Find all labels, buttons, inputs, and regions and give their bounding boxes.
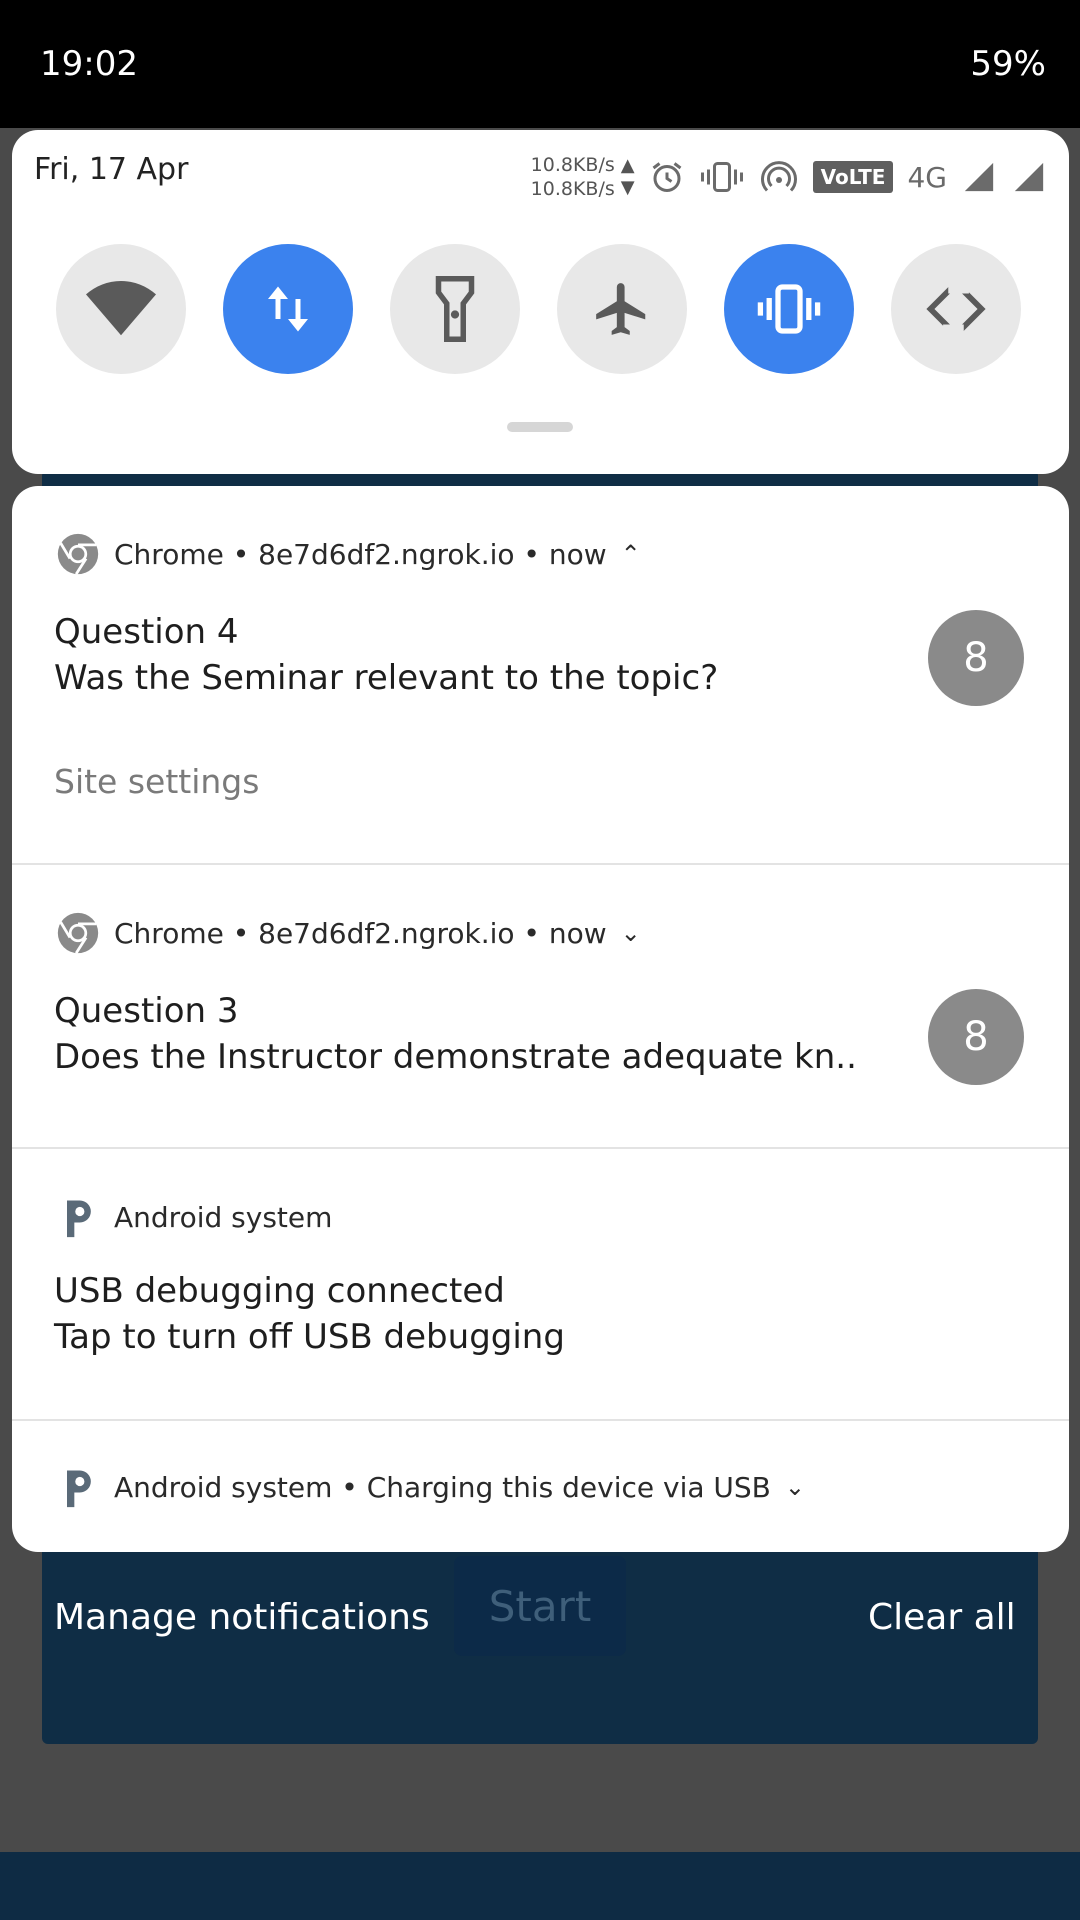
auto-rotate-icon [926, 278, 986, 340]
auto-rotate-tile[interactable] [891, 244, 1021, 374]
notification-text: Does the Instructor demonstrate adequate… [54, 1037, 857, 1077]
notification-text: Tap to turn off USB debugging [54, 1317, 565, 1357]
clear-all-button[interactable]: Clear all [868, 1597, 1016, 1638]
notification-title: Question 3 [54, 991, 239, 1031]
clock: 19:02 [40, 44, 138, 84]
notification-badge: 8 [928, 610, 1024, 706]
wifi-tile[interactable] [56, 244, 186, 374]
site-settings-button[interactable]: Site settings [54, 762, 259, 801]
notification-question-3[interactable]: Chrome • 8e7d6df2.ngrok.io • now ⌄ Quest… [12, 865, 1069, 1147]
drag-handle[interactable] [507, 422, 573, 432]
notification-text: Was the Seminar relevant to the topic? [54, 658, 719, 698]
chrome-icon [57, 912, 99, 954]
notification-title: Question 4 [54, 612, 239, 652]
battery-percent: 59% [970, 44, 1046, 84]
notification-title: USB debugging connected [54, 1271, 505, 1311]
volte-icon: VoLTE [812, 161, 894, 193]
android-system-icon [67, 1200, 91, 1238]
expand-icon[interactable]: ⌄ [621, 919, 641, 947]
quick-settings-panel: Fri, 17 Apr 10.8KB/s 10.8KB/s ▲ ▼ VoLTE 4… [12, 130, 1069, 474]
manage-notifications-button[interactable]: Manage notifications [54, 1597, 430, 1638]
alarm-icon [652, 162, 682, 192]
collapse-icon[interactable]: ⌃ [621, 540, 641, 568]
android-system-icon [67, 1470, 91, 1508]
signal-icon-2 [1014, 162, 1044, 192]
expand-icon[interactable]: ⌄ [785, 1473, 805, 1501]
flashlight-tile[interactable] [390, 244, 520, 374]
notification-usb-debugging[interactable]: Android system USB debugging connected T… [12, 1149, 1069, 1419]
notification-question-4[interactable]: Chrome • 8e7d6df2.ngrok.io • now ⌃ Quest… [12, 486, 1069, 863]
background-footer [0, 1852, 1080, 1920]
data-arrows-icon [268, 286, 308, 332]
notification-list: Chrome • 8e7d6df2.ngrok.io • now ⌃ Quest… [12, 486, 1069, 1552]
start-button: Start [454, 1556, 626, 1656]
date-label[interactable]: Fri, 17 Apr [34, 152, 188, 187]
signal-icon [964, 162, 994, 192]
notification-header: Android system [56, 1195, 332, 1239]
vibrate-tile[interactable] [724, 244, 854, 374]
airplane-icon [596, 283, 646, 335]
notification-header: Android system • Charging this device vi… [56, 1465, 805, 1509]
notification-charging[interactable]: Android system • Charging this device vi… [12, 1421, 1069, 1552]
network-speed: 10.8KB/s 10.8KB/s [530, 154, 615, 200]
notification-header: Chrome • 8e7d6df2.ngrok.io • now ⌄ [56, 911, 641, 955]
notification-badge: 8 [928, 989, 1024, 1085]
wifi-icon [86, 281, 156, 336]
network-type: 4G [907, 160, 947, 194]
up-down-arrows-icon: ▲ ▼ [620, 155, 635, 198]
mobile-data-tile[interactable] [223, 244, 353, 374]
flashlight-icon [435, 276, 475, 342]
vibrate-status-icon [700, 162, 743, 192]
chrome-icon [57, 533, 99, 575]
status-bar: 19:02 59% [0, 0, 1080, 128]
quick-tiles [56, 244, 1036, 374]
airplane-mode-tile[interactable] [557, 244, 687, 374]
hotspot-icon [760, 161, 797, 192]
notification-header: Chrome • 8e7d6df2.ngrok.io • now ⌃ [56, 532, 641, 576]
vibrate-icon [757, 284, 821, 334]
status-icons: 10.8KB/s 10.8KB/s ▲ ▼ VoLTE 4G [531, 154, 1047, 200]
